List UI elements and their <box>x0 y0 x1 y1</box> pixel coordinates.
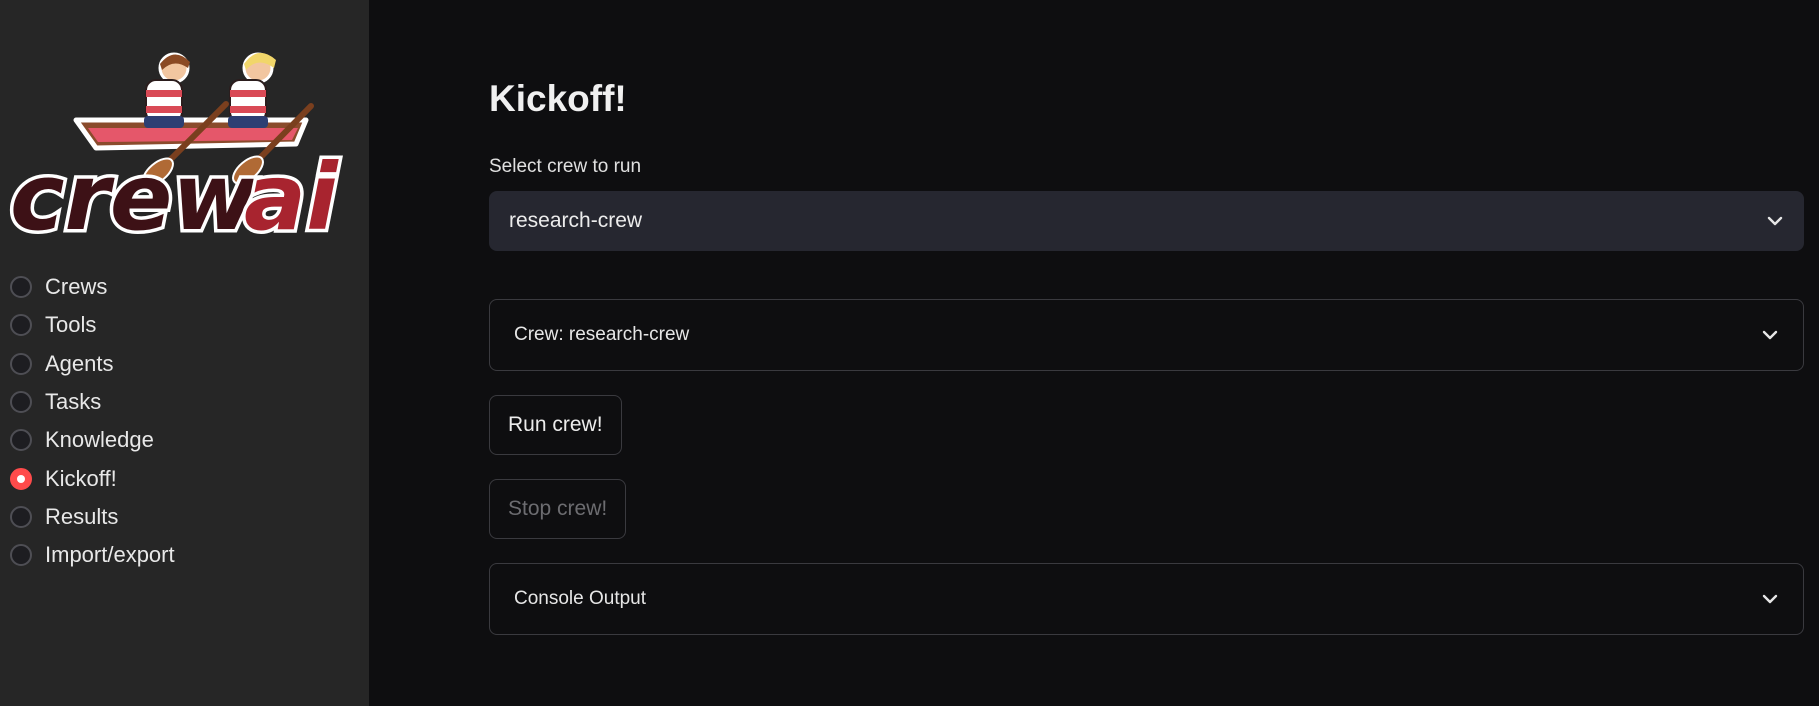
rowing-boat-logo-icon: crew ai <box>7 52 343 255</box>
radio-icon <box>10 391 32 414</box>
crew-select-label: Select crew to run <box>489 156 642 177</box>
run-crew-button[interactable]: Run crew! <box>489 395 622 455</box>
sidebar-item-agents[interactable]: Agents <box>0 345 369 383</box>
chevron-down-icon <box>1767 216 1783 226</box>
console-output-expander[interactable]: Console Output <box>489 563 1804 635</box>
logo-wordmark: crew <box>10 144 258 246</box>
console-output-label: Console Output <box>514 588 647 609</box>
radio-icon <box>10 314 32 337</box>
crew-expander[interactable]: Crew: research-crew <box>489 299 1804 371</box>
svg-text:ai: ai <box>244 144 339 246</box>
sidebar-item-tasks[interactable]: Tasks <box>0 383 369 421</box>
sidebar-item-label: Kickoff! <box>45 465 117 491</box>
sidebar-item-crews[interactable]: Crews <box>0 268 369 306</box>
sidebar-nav: Crews Tools Agents Tasks Knowledge Kicko… <box>0 268 369 574</box>
app-window: crew ai Crews Tools Agents Tasks Knowled… <box>0 0 1819 706</box>
main-content: Kickoff! Select crew to run research-cre… <box>369 0 1819 706</box>
chevron-down-icon <box>1762 594 1778 604</box>
radio-icon <box>10 505 32 528</box>
sidebar-item-label: Import/export <box>45 542 175 568</box>
sidebar-item-label: Crews <box>45 274 108 300</box>
page-title: Kickoff! <box>489 78 627 119</box>
radio-icon <box>10 544 32 567</box>
crew-select[interactable]: research-crew <box>489 191 1804 251</box>
radio-icon <box>10 276 32 299</box>
chevron-down-icon <box>1762 330 1778 340</box>
radio-icon <box>10 352 32 375</box>
sidebar-item-results[interactable]: Results <box>0 498 369 536</box>
sidebar-item-label: Knowledge <box>45 427 154 453</box>
radio-selected-icon <box>10 467 32 490</box>
sidebar-item-label: Results <box>45 503 119 529</box>
stop-crew-button[interactable]: Stop crew! <box>489 479 627 539</box>
sidebar-item-label: Agents <box>45 350 114 376</box>
sidebar-item-import-export[interactable]: Import/export <box>0 536 369 574</box>
crew-select-value: research-crew <box>509 209 643 232</box>
sidebar-item-label: Tasks <box>45 389 102 415</box>
sidebar: crew ai Crews Tools Agents Tasks Knowled… <box>0 0 369 706</box>
crewai-logo: crew ai <box>6 24 348 255</box>
sidebar-item-label: Tools <box>45 312 97 338</box>
sidebar-item-kickoff[interactable]: Kickoff! <box>0 459 369 497</box>
sidebar-item-tools[interactable]: Tools <box>0 306 369 344</box>
radio-icon <box>10 429 32 452</box>
sidebar-item-knowledge[interactable]: Knowledge <box>0 421 369 459</box>
crew-expander-label: Crew: research-crew <box>514 324 690 345</box>
